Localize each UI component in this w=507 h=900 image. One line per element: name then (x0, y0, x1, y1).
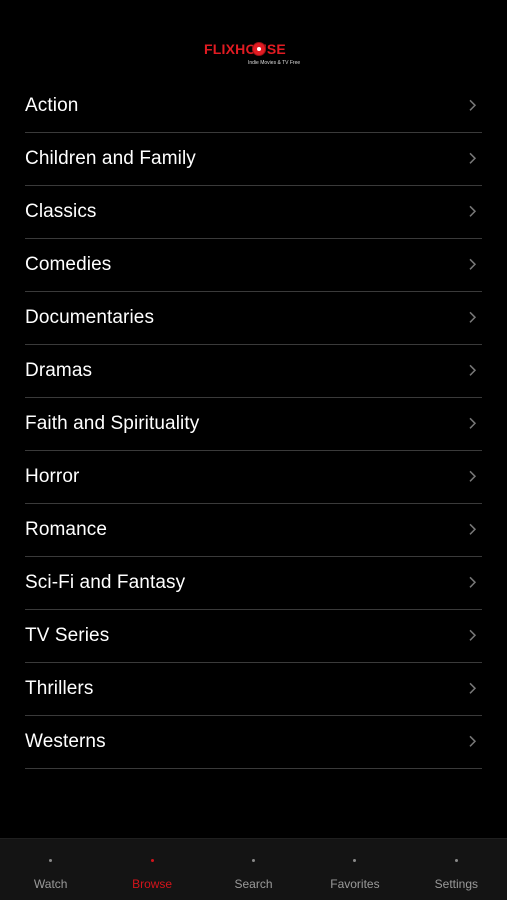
chevron-right-icon (469, 364, 477, 376)
tab-label: Favorites (330, 877, 380, 891)
chevron-right-icon (469, 311, 477, 323)
logo-tagline: Indie Movies & TV Free (248, 60, 301, 66)
dot-icon (252, 859, 256, 862)
category-label: Sci-Fi and Fantasy (25, 572, 186, 593)
category-row-children-and-family[interactable]: Children and Family (25, 133, 482, 186)
category-row-comedies[interactable]: Comedies (25, 239, 482, 292)
dot-icon (454, 859, 458, 862)
tab-browse[interactable]: Browse (101, 839, 202, 900)
category-label: Faith and Spirituality (25, 413, 200, 434)
chevron-right-icon (469, 682, 477, 694)
logo-text: FLIXHOUSE (204, 41, 286, 57)
category-row-sci-fi-and-fantasy[interactable]: Sci-Fi and Fantasy (25, 557, 482, 610)
bottom-tab-bar: Watch Browse Search Favorites Settings (0, 838, 507, 900)
chevron-right-icon (469, 735, 477, 747)
category-row-documentaries[interactable]: Documentaries (25, 292, 482, 345)
category-row-westerns[interactable]: Westerns (25, 716, 482, 769)
dot-icon (150, 859, 154, 862)
category-row-romance[interactable]: Romance (25, 504, 482, 557)
dot-icon (353, 859, 357, 862)
tab-label: Search (234, 877, 273, 891)
chevron-right-icon (469, 258, 477, 270)
category-label: TV Series (25, 625, 110, 646)
category-row-action[interactable]: Action (25, 80, 482, 133)
category-list: Action Children and Family Classics Come… (25, 80, 482, 769)
flixhouse-logo: FLIXHOUSE Indie Movies & TV Free (204, 40, 304, 68)
category-label: Horror (25, 466, 80, 487)
chevron-right-icon (469, 417, 477, 429)
chevron-right-icon (469, 523, 477, 535)
chevron-right-icon (469, 470, 477, 482)
chevron-right-icon (469, 99, 477, 111)
category-row-faith-and-spirituality[interactable]: Faith and Spirituality (25, 398, 482, 451)
chevron-right-icon (469, 576, 477, 588)
category-label: Classics (25, 201, 97, 222)
film-reel-icon (252, 42, 266, 56)
category-row-tv-series[interactable]: TV Series (25, 610, 482, 663)
category-label: Westerns (25, 731, 106, 752)
category-row-thrillers[interactable]: Thrillers (25, 663, 482, 716)
category-label: Documentaries (25, 307, 155, 328)
app-screen: FLIXHOUSE Indie Movies & TV Free Action … (0, 0, 507, 900)
chevron-right-icon (469, 629, 477, 641)
tab-favorites[interactable]: Favorites (304, 839, 405, 900)
category-label: Dramas (25, 360, 93, 381)
category-label: Thrillers (25, 678, 94, 699)
tab-watch[interactable]: Watch (0, 839, 101, 900)
tab-search[interactable]: Search (203, 839, 304, 900)
chevron-right-icon (469, 205, 477, 217)
header: FLIXHOUSE Indie Movies & TV Free (0, 0, 507, 80)
category-label: Comedies (25, 254, 112, 275)
tab-label: Browse (132, 877, 173, 891)
tab-settings[interactable]: Settings (406, 839, 507, 900)
category-label: Children and Family (25, 148, 196, 169)
dot-icon (49, 859, 53, 862)
category-row-classics[interactable]: Classics (25, 186, 482, 239)
category-label: Action (25, 95, 79, 116)
tab-label: Settings (434, 877, 478, 891)
tab-label: Watch (33, 877, 68, 891)
category-row-dramas[interactable]: Dramas (25, 345, 482, 398)
category-label: Romance (25, 519, 108, 540)
chevron-right-icon (469, 152, 477, 164)
category-row-horror[interactable]: Horror (25, 451, 482, 504)
